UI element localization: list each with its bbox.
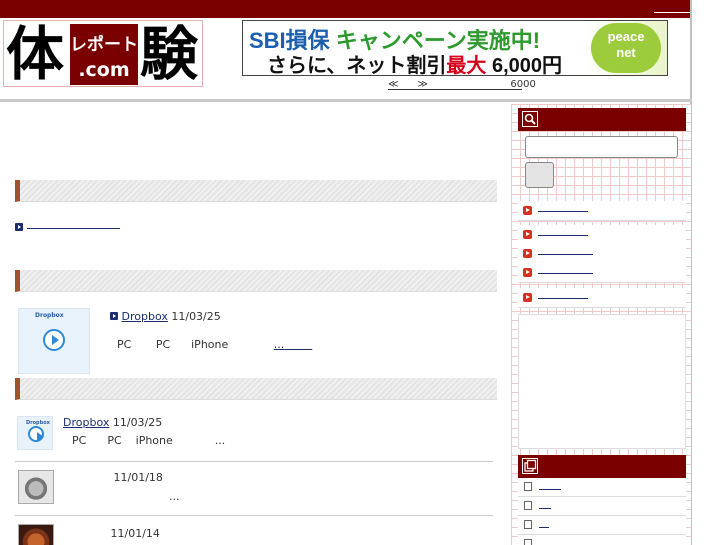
recent-widget-header xyxy=(518,455,686,478)
thumb-label: Dropbox xyxy=(35,312,64,319)
page-icon xyxy=(524,539,532,545)
nav-underline xyxy=(388,89,522,90)
recent-item[interactable] xyxy=(518,516,686,535)
arrow-bullet-icon xyxy=(523,268,532,277)
category-link[interactable] xyxy=(538,298,588,299)
featured-more-text: ... xyxy=(273,338,285,351)
ad-banner[interactable]: SBI損保 キャンペーン実施中! さらに、ネット割引最大 6,000円 peac… xyxy=(242,20,668,78)
item-thumbnail[interactable]: Dropbox xyxy=(17,416,53,450)
item-desc: PC PC iPhone ... xyxy=(72,434,225,447)
arrow-bullet-icon xyxy=(110,312,118,320)
banner-badge: peace net xyxy=(591,23,661,73)
sidebar-category-item[interactable] xyxy=(518,288,686,308)
sidebar-category-item[interactable] xyxy=(518,225,686,245)
item-date: 11/03/25 xyxy=(112,416,163,429)
featured-post-header: Dropbox 11/03/25 xyxy=(110,310,221,323)
logo-kanji-left: 体 xyxy=(6,20,65,88)
site-logo[interactable]: 体 レポート .com 験 xyxy=(3,20,203,87)
list-item: 11/01/14 xyxy=(15,516,493,545)
pages-icon xyxy=(522,458,538,474)
banner-max: 最大 xyxy=(446,55,487,77)
recent-item[interactable] xyxy=(518,478,686,497)
banner-discount: さらに、ネット割引 xyxy=(267,55,447,77)
top-bar-link[interactable] xyxy=(654,12,690,13)
item-title-row: 11/01/18 xyxy=(63,471,163,484)
page-icon xyxy=(524,520,532,529)
magnifier-icon xyxy=(522,111,538,127)
play-icon xyxy=(43,329,65,351)
item-desc-c: iPhone xyxy=(135,434,173,447)
sidebar-category-item[interactable] xyxy=(518,201,686,221)
item-title-row: Dropbox 11/03/25 xyxy=(63,416,162,429)
search-button[interactable] xyxy=(525,162,554,188)
featured-body-b: PC xyxy=(155,338,171,351)
list-item: Dropbox Dropbox 11/03/25 PC PC iPhone ..… xyxy=(15,412,493,462)
featured-body-c: iPhone xyxy=(191,338,229,351)
badge-line-1: peace xyxy=(607,29,645,44)
recent-item[interactable] xyxy=(518,497,686,516)
section-header-3 xyxy=(15,378,497,400)
new-link-row[interactable] xyxy=(15,221,120,234)
logo-kanji-right: 験 xyxy=(140,20,199,88)
arrow-bullet-icon xyxy=(15,223,23,231)
item-desc-more: ... xyxy=(169,490,180,503)
item-title[interactable]: Dropbox xyxy=(63,416,109,429)
recent-link[interactable] xyxy=(539,527,549,528)
featured-thumbnail[interactable]: Dropbox xyxy=(18,308,90,374)
arrow-bullet-icon xyxy=(523,249,532,258)
section-header-1 xyxy=(15,180,497,202)
item-date: 11/01/18 xyxy=(113,471,163,484)
arrow-bullet-icon xyxy=(523,293,532,302)
category-link[interactable] xyxy=(538,273,593,274)
item-title[interactable] xyxy=(63,527,107,539)
featured-more-link[interactable]: ... xyxy=(274,338,312,351)
page-icon xyxy=(524,482,532,491)
play-icon xyxy=(28,426,44,442)
item-photo[interactable] xyxy=(18,470,54,504)
banner-amount: 6,000円 xyxy=(491,55,563,77)
new-link-text[interactable] xyxy=(27,227,120,229)
item-photo[interactable] xyxy=(18,524,54,545)
featured-post-date: 11/03/25 xyxy=(171,310,221,323)
badge-line-2: net xyxy=(616,45,636,60)
search-widget-header xyxy=(518,108,686,131)
category-link[interactable] xyxy=(538,211,588,212)
featured-post-title[interactable]: Dropbox xyxy=(122,310,168,323)
item-desc-more: ... xyxy=(214,434,226,447)
banner-line-2: さらに、ネット割引最大 6,000円 xyxy=(267,49,562,78)
logo-center-block: レポート .com xyxy=(70,24,138,85)
item-title-row: 11/01/14 xyxy=(63,527,160,540)
item-date: 11/01/14 xyxy=(110,527,160,540)
category-link[interactable] xyxy=(538,254,593,255)
search-input[interactable] xyxy=(525,136,678,158)
top-bar xyxy=(0,0,692,18)
item-desc-b: PC xyxy=(107,434,122,447)
sidebar xyxy=(511,104,691,545)
item-thumb-label: Dropbox xyxy=(26,420,50,426)
sidebar-category-item[interactable] xyxy=(518,244,686,264)
item-title[interactable] xyxy=(63,471,110,483)
sidebar-empty-box xyxy=(518,314,686,449)
header-divider xyxy=(0,99,692,102)
featured-post-body: PC PC iPhone ... xyxy=(117,338,312,351)
arrow-bullet-icon xyxy=(523,230,532,239)
category-link[interactable] xyxy=(538,235,588,236)
featured-body-a: PC xyxy=(117,338,132,351)
section-header-2 xyxy=(15,270,497,292)
recent-item[interactable] xyxy=(518,535,686,545)
logo-center-top: レポート xyxy=(70,35,138,55)
page-icon xyxy=(524,501,532,510)
arrow-bullet-icon xyxy=(523,206,532,215)
logo-center-bottom: .com xyxy=(78,59,130,81)
recent-link[interactable] xyxy=(539,489,561,490)
recent-link[interactable] xyxy=(539,508,551,509)
header-nav: ≪ ≫ 6000 xyxy=(388,79,536,90)
list-item: 11/01/18 ... xyxy=(15,462,493,516)
sidebar-category-item[interactable] xyxy=(518,263,686,283)
item-desc-a: PC xyxy=(72,434,87,447)
